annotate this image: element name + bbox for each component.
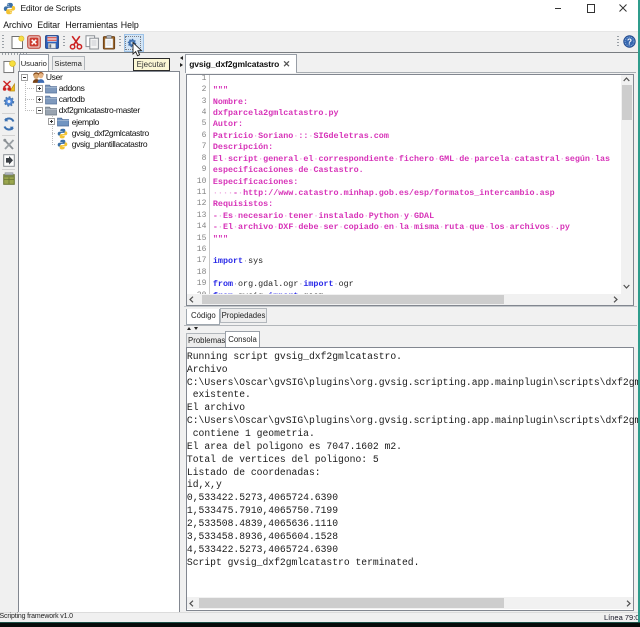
svg-text:?: ? — [626, 37, 631, 46]
